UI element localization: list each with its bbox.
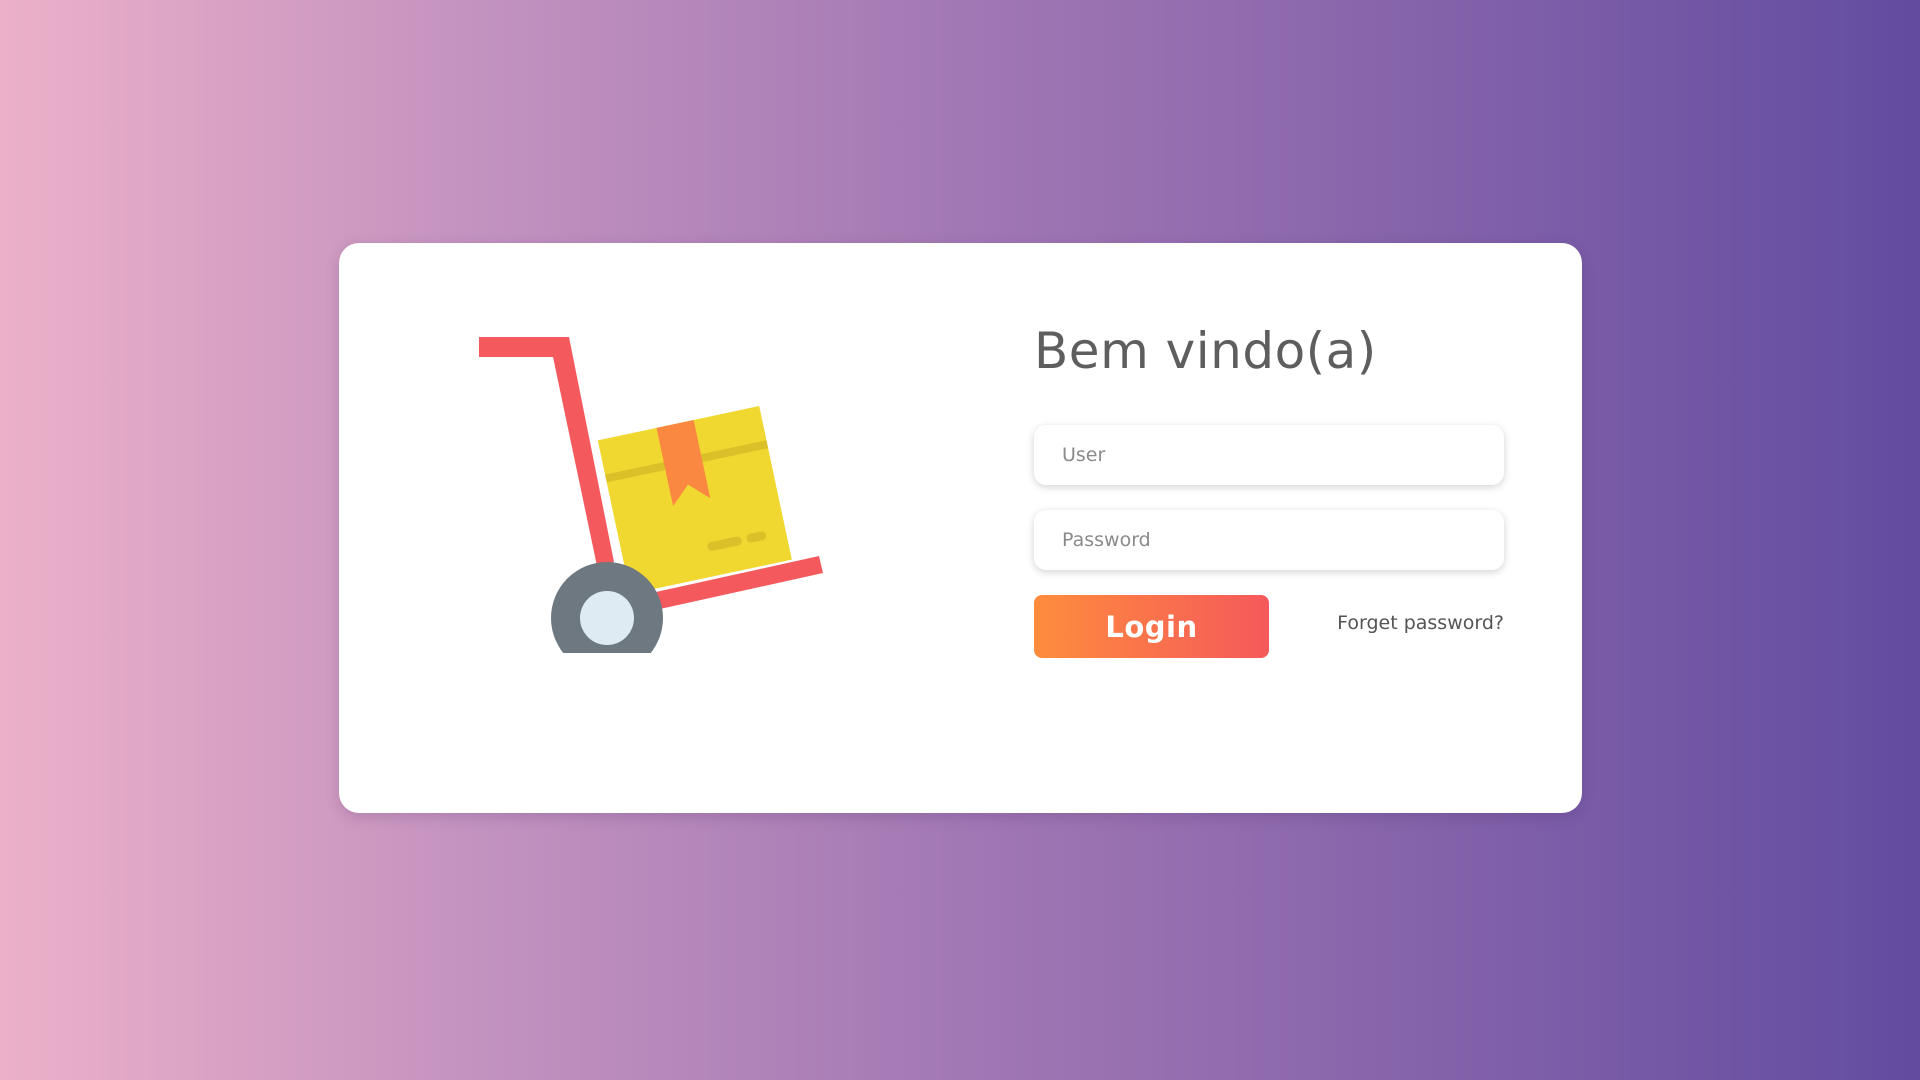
page-title: Bem vindo(a): [1034, 322, 1377, 380]
user-input[interactable]: [1034, 425, 1504, 485]
hand-truck-with-box-icon: [479, 333, 839, 653]
login-button[interactable]: Login: [1034, 595, 1269, 658]
password-input[interactable]: [1034, 510, 1504, 570]
forgot-password-link[interactable]: Forget password?: [1324, 612, 1504, 634]
login-page: { "login": { "title": "Bem vindo(a)", "u…: [0, 0, 1920, 1080]
